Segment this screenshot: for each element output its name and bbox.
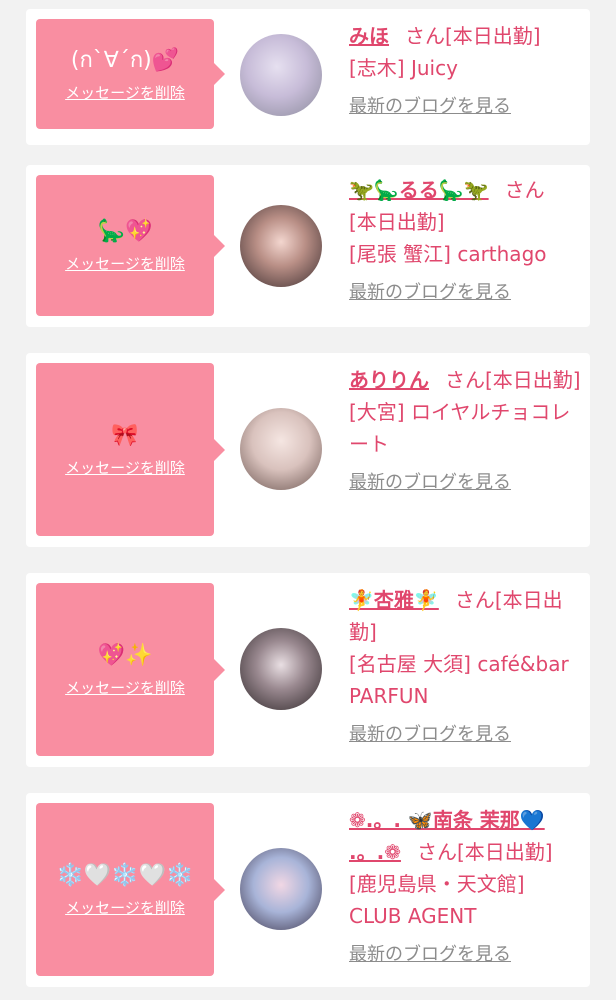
cast-info: みほ さん[本日出勤] [志木] Juicy 最新のブログを見る [349, 20, 581, 118]
message-text: 🎀 [111, 423, 139, 448]
message-text: (ก`∀´ก)💕 [70, 47, 180, 73]
cast-info: 🧚杏雅🧚 さん[本日出勤] [名古屋 大須] café&bar PARFUN 最新… [349, 584, 581, 746]
shop-text: [鹿児島県・天文館] CLUB AGENT [349, 872, 525, 928]
honorific: さん [504, 178, 545, 202]
message-bubble: 💖✨ メッセージを削除 [36, 583, 225, 756]
shop-text: [名古屋 大須] café&bar PARFUN [349, 652, 569, 708]
delete-message-link[interactable]: メッセージを削除 [65, 457, 185, 478]
delete-message-link[interactable]: メッセージを削除 [65, 253, 185, 274]
avatar[interactable] [240, 205, 322, 287]
list-item: 💖✨ メッセージを削除 🧚杏雅🧚 さん[本日出勤] [名古屋 大須] café&b… [26, 573, 590, 767]
avatar[interactable] [240, 408, 322, 490]
delete-message-link[interactable]: メッセージを削除 [65, 897, 185, 918]
status-text: [本日出勤] [445, 24, 541, 48]
honorific: さん [445, 368, 485, 392]
cast-name-link[interactable]: ありりん [349, 368, 429, 392]
message-text: ❄️🤍❄️🤍❄️ [56, 863, 194, 888]
message-bubble: ❄️🤍❄️🤍❄️ メッセージを削除 [36, 803, 225, 976]
message-text: 🦕💖 [97, 219, 153, 244]
blog-link[interactable]: 最新のブログを見る [349, 720, 511, 746]
honorific: さん [416, 840, 457, 864]
message-list: (ก`∀´ก)💕 メッセージを削除 みほ さん[本日出勤] [志木] Juicy … [0, 0, 616, 1000]
cast-info: ❁.。. 🦋南条 茉那💙 .。.❁ さん[本日出勤] [鹿児島県・天文館] CLU… [349, 804, 581, 966]
honorific: さん [454, 588, 495, 612]
cast-info: 🦖🦕るる🦕🦖 さん [本日出勤] [尾張 蟹江] carthago 最新のブログを… [349, 174, 581, 304]
message-text: 💖✨ [97, 643, 153, 668]
avatar[interactable] [240, 628, 322, 710]
shop-text: [大宮] ロイヤルチョコレート [349, 400, 571, 456]
message-bubble: 🎀 メッセージを削除 [36, 363, 225, 536]
status-text: [本日出勤] [349, 210, 445, 234]
status-text: [本日出勤] [456, 840, 553, 864]
cast-name-link[interactable]: 🧚杏雅🧚 [349, 588, 439, 612]
list-item: ❄️🤍❄️🤍❄️ メッセージを削除 ❁.。. 🦋南条 茉那💙 .。.❁ さん[本日… [26, 793, 590, 987]
status-text: [本日出勤] [485, 368, 581, 392]
delete-message-link[interactable]: メッセージを削除 [65, 677, 185, 698]
shop-text: [尾張 蟹江] carthago [349, 242, 547, 266]
blog-link[interactable]: 最新のブログを見る [349, 940, 511, 966]
cast-name-link[interactable]: みほ [349, 24, 389, 48]
message-bubble: 🦕💖 メッセージを削除 [36, 175, 225, 316]
avatar[interactable] [240, 848, 322, 930]
list-item: 🦕💖 メッセージを削除 🦖🦕るる🦕🦖 さん [本日出勤] [尾張 蟹江] cart… [26, 165, 590, 327]
avatar[interactable] [240, 34, 322, 116]
blog-link[interactable]: 最新のブログを見る [349, 468, 511, 494]
blog-link[interactable]: 最新のブログを見る [349, 92, 511, 118]
cast-name-link[interactable]: 🦖🦕るる🦕🦖 [349, 178, 489, 202]
message-bubble: (ก`∀´ก)💕 メッセージを削除 [36, 19, 225, 129]
honorific: さん [405, 24, 445, 48]
list-item: (ก`∀´ก)💕 メッセージを削除 みほ さん[本日出勤] [志木] Juicy … [26, 9, 590, 145]
delete-message-link[interactable]: メッセージを削除 [65, 82, 185, 103]
list-item: 🎀 メッセージを削除 ありりん さん[本日出勤] [大宮] ロイヤルチョコレート … [26, 353, 590, 547]
cast-info: ありりん さん[本日出勤] [大宮] ロイヤルチョコレート 最新のブログを見る [349, 364, 581, 494]
shop-text: [志木] Juicy [349, 56, 458, 80]
blog-link[interactable]: 最新のブログを見る [349, 278, 511, 304]
